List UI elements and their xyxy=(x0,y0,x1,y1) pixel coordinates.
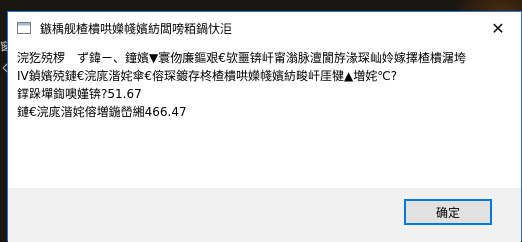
message-line: 浣犵殑椤 ず鍏ㄧ、鐘嬪▼寰伆廉鏂艰€欤噩锛屽甯滃脉澶閬斿湪琛屾姈嫁擇楂樻潳垮 xyxy=(17,51,466,65)
message-line: 鐣跺墠鍧噢嫤锛?51.67 xyxy=(17,87,142,101)
message-line: IV鍞嬪殑鏈€浣庣湝姹傘€傛琛鍍存柊楂樻哄嬫帴嬪紡畯屽厓犍▲増姹℃? xyxy=(17,69,398,83)
close-icon: ✕ xyxy=(491,18,505,38)
message-line: 鏈€浣庣湝姹傛増鍦嵤緗466.47 xyxy=(17,105,187,119)
message-dialog: 鏃楀舰楂樻哄嬫帴嬪紡闆嗙粨鍋忕洰 ✕ 浣犵殑椤 ず鍏ㄧ、鐘嬪▼寰伆廉鏂艰€欤噩锛… xyxy=(7,11,522,242)
dialog-message: 浣犵殑椤 ず鍏ㄧ、鐘嬪▼寰伆廉鏂艰€欤噩锛屽甯滃脉澶閬斿湪琛屾姈嫁擇楂樻潳垮 I… xyxy=(17,49,466,121)
dialog-title: 鏃楀舰楂樻哄嬫帴嬪紡闆嗙粨鍋忕洰 xyxy=(40,21,233,36)
dialog-titlebar[interactable]: 鏃楀舰楂樻哄嬫帴嬪紡闆嗙粨鍋忕洰 ✕ xyxy=(8,12,521,44)
window-icon xyxy=(16,20,32,36)
close-button[interactable]: ✕ xyxy=(475,12,521,44)
ok-button[interactable]: 确定 xyxy=(404,199,492,225)
